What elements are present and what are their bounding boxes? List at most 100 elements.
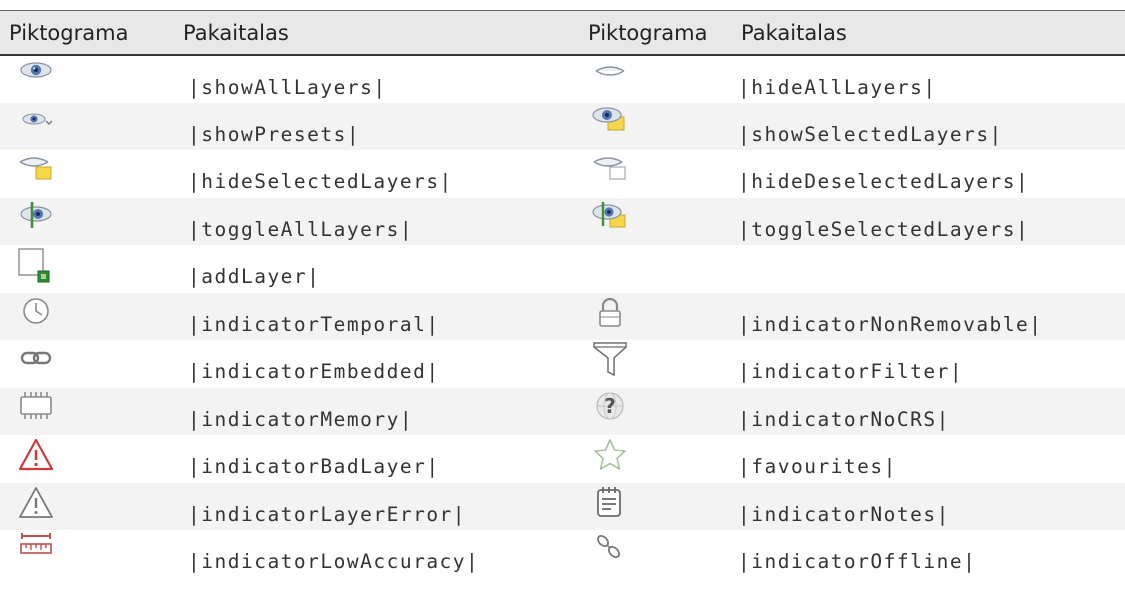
substitution-text: |indicatorTemporal|	[188, 312, 440, 336]
icon-cell	[0, 150, 174, 198]
substitution-text: |indicatorLayerError|	[188, 502, 467, 526]
icon-cell	[0, 293, 174, 341]
substitution-cell: |indicatorTemporal|	[174, 293, 582, 341]
table-header-row: Piktograma Pakaitalas Piktograma Pakaita…	[0, 11, 1125, 56]
substitution-cell: |addLayer|	[174, 245, 582, 293]
substitution-text: |showSelectedLayers|	[738, 122, 1003, 146]
icon-cell	[582, 435, 732, 483]
substitution-cell: |hideDeselectedLayers|	[732, 150, 1125, 198]
icon-cell	[0, 55, 174, 103]
icon-cell	[0, 388, 174, 436]
substitution-cell: |hideSelectedLayers|	[174, 150, 582, 198]
substitution-text: |indicatorBadLayer|	[188, 455, 440, 478]
table-row: |indicatorEmbedded| |indicatorFilter|	[0, 340, 1125, 388]
globe-question-icon: ?	[590, 390, 630, 428]
eye-selected-icon	[590, 105, 630, 143]
header-icon-column-2: Piktograma	[582, 11, 732, 56]
memory-chip-icon	[16, 390, 56, 428]
substitution-cell: |toggleSelectedLayers|	[732, 198, 1125, 246]
icon-cell	[0, 103, 174, 151]
icon-cell	[582, 483, 732, 531]
icon-cell	[582, 150, 732, 198]
icon-cell	[0, 530, 174, 578]
substitution-cell: |indicatorLayerError|	[174, 483, 582, 531]
icon-cell	[0, 245, 174, 293]
add-layer-icon	[16, 247, 56, 285]
substitution-cell	[732, 245, 1125, 293]
substitution-text: |indicatorNonRemovable|	[738, 312, 1043, 336]
warning-red-icon	[16, 437, 56, 475]
table-row: |toggleAllLayers| |toggleSelectedLayers|	[0, 197, 1125, 246]
header-substitution-column: Pakaitalas	[174, 11, 582, 56]
icon-cell	[582, 340, 732, 388]
icon-cell	[582, 198, 732, 246]
substitution-cell: |showAllLayers|	[174, 55, 582, 103]
substitution-text: |showPresets|	[188, 122, 361, 146]
substitution-text: |indicatorOffline|	[738, 550, 977, 573]
warning-gray-icon	[16, 485, 56, 523]
substitution-cell: |favourites|	[732, 435, 1125, 483]
notes-icon	[590, 485, 630, 523]
table-row: |indicatorLayerError| |indicatorNotes|	[0, 482, 1125, 531]
icon-cell: ?	[582, 388, 732, 436]
table-row: |indicatorLowAccuracy| |indicatorOffline|	[0, 530, 1125, 578]
substitution-text: |toggleAllLayers|	[188, 217, 414, 241]
icon-cell	[582, 55, 732, 103]
substitution-text: |addLayer|	[188, 265, 321, 288]
icon-cell	[0, 198, 174, 246]
header-icon-column: Piktograma	[0, 11, 174, 56]
substitution-text: |hideAllLayers|	[738, 76, 937, 99]
substitution-text: |indicatorMemory|	[188, 407, 414, 431]
eye-closed-selected-icon	[16, 152, 56, 190]
icon-cell	[582, 293, 732, 341]
substitution-text: |hideSelectedLayers|	[188, 170, 453, 193]
substitution-text: |indicatorFilter|	[738, 360, 964, 383]
substitution-cell: |indicatorLowAccuracy|	[174, 530, 582, 578]
svg-text:?: ?	[604, 394, 616, 418]
eye-closed-deselected-icon	[590, 152, 630, 190]
icon-cell	[0, 483, 174, 531]
caption-rule	[0, 0, 1125, 11]
substitution-text: |indicatorNoCRS|	[738, 407, 950, 431]
icon-cell	[0, 435, 174, 483]
substitution-cell: |indicatorMemory|	[174, 388, 582, 436]
table-row: |hideSelectedLayers| |hideDeselectedLayer…	[0, 150, 1125, 198]
offline-icon	[590, 532, 630, 570]
lock-icon	[590, 295, 630, 333]
icon-cell	[582, 103, 732, 151]
substitution-cell: |toggleAllLayers|	[174, 198, 582, 246]
table-row: |indicatorBadLayer| |favourites|	[0, 435, 1125, 483]
eye-closed-icon	[590, 58, 630, 96]
substitution-cell: |indicatorNonRemovable|	[732, 293, 1125, 341]
substitution-cell: |hideAllLayers|	[732, 55, 1125, 103]
substitution-cell: |indicatorEmbedded|	[174, 340, 582, 388]
eye-icon	[16, 58, 56, 96]
ruler-icon	[16, 532, 56, 570]
substitution-cell: |indicatorNoCRS|	[732, 388, 1125, 436]
table-row: |indicatorMemory|? |indicatorNoCRS|	[0, 387, 1125, 436]
icon-cell	[582, 245, 732, 293]
substitution-text: |showAllLayers|	[188, 76, 387, 99]
clock-icon	[16, 295, 56, 333]
substitution-cell: |indicatorOffline|	[732, 530, 1125, 578]
icon-cell	[0, 340, 174, 388]
substitution-cell: |showSelectedLayers|	[732, 103, 1125, 151]
star-icon	[590, 437, 630, 475]
eye-toggle-selected-icon	[590, 200, 630, 238]
table-row: |indicatorTemporal| |indicatorNonRemovabl…	[0, 292, 1125, 341]
table-row: |showPresets| |showSelectedLayers|	[0, 102, 1125, 151]
table-row: |showAllLayers| |hideAllLayers|	[0, 55, 1125, 103]
header-substitution-column-2: Pakaitalas	[732, 11, 1125, 56]
substitution-text: |hideDeselectedLayers|	[738, 170, 1030, 193]
substitution-cell: |indicatorBadLayer|	[174, 435, 582, 483]
eye-toggle-icon	[16, 200, 56, 238]
icon-cell	[582, 530, 732, 578]
substitution-cell: |indicatorFilter|	[732, 340, 1125, 388]
substitution-text: |favourites|	[738, 455, 897, 478]
substitution-text: |indicatorLowAccuracy|	[188, 550, 480, 573]
link-icon	[16, 342, 56, 380]
filter-icon	[590, 342, 630, 380]
substitution-text: |indicatorNotes|	[738, 502, 950, 526]
substitution-text: |toggleSelectedLayers|	[738, 217, 1030, 241]
substitution-text: |indicatorEmbedded|	[188, 360, 440, 383]
